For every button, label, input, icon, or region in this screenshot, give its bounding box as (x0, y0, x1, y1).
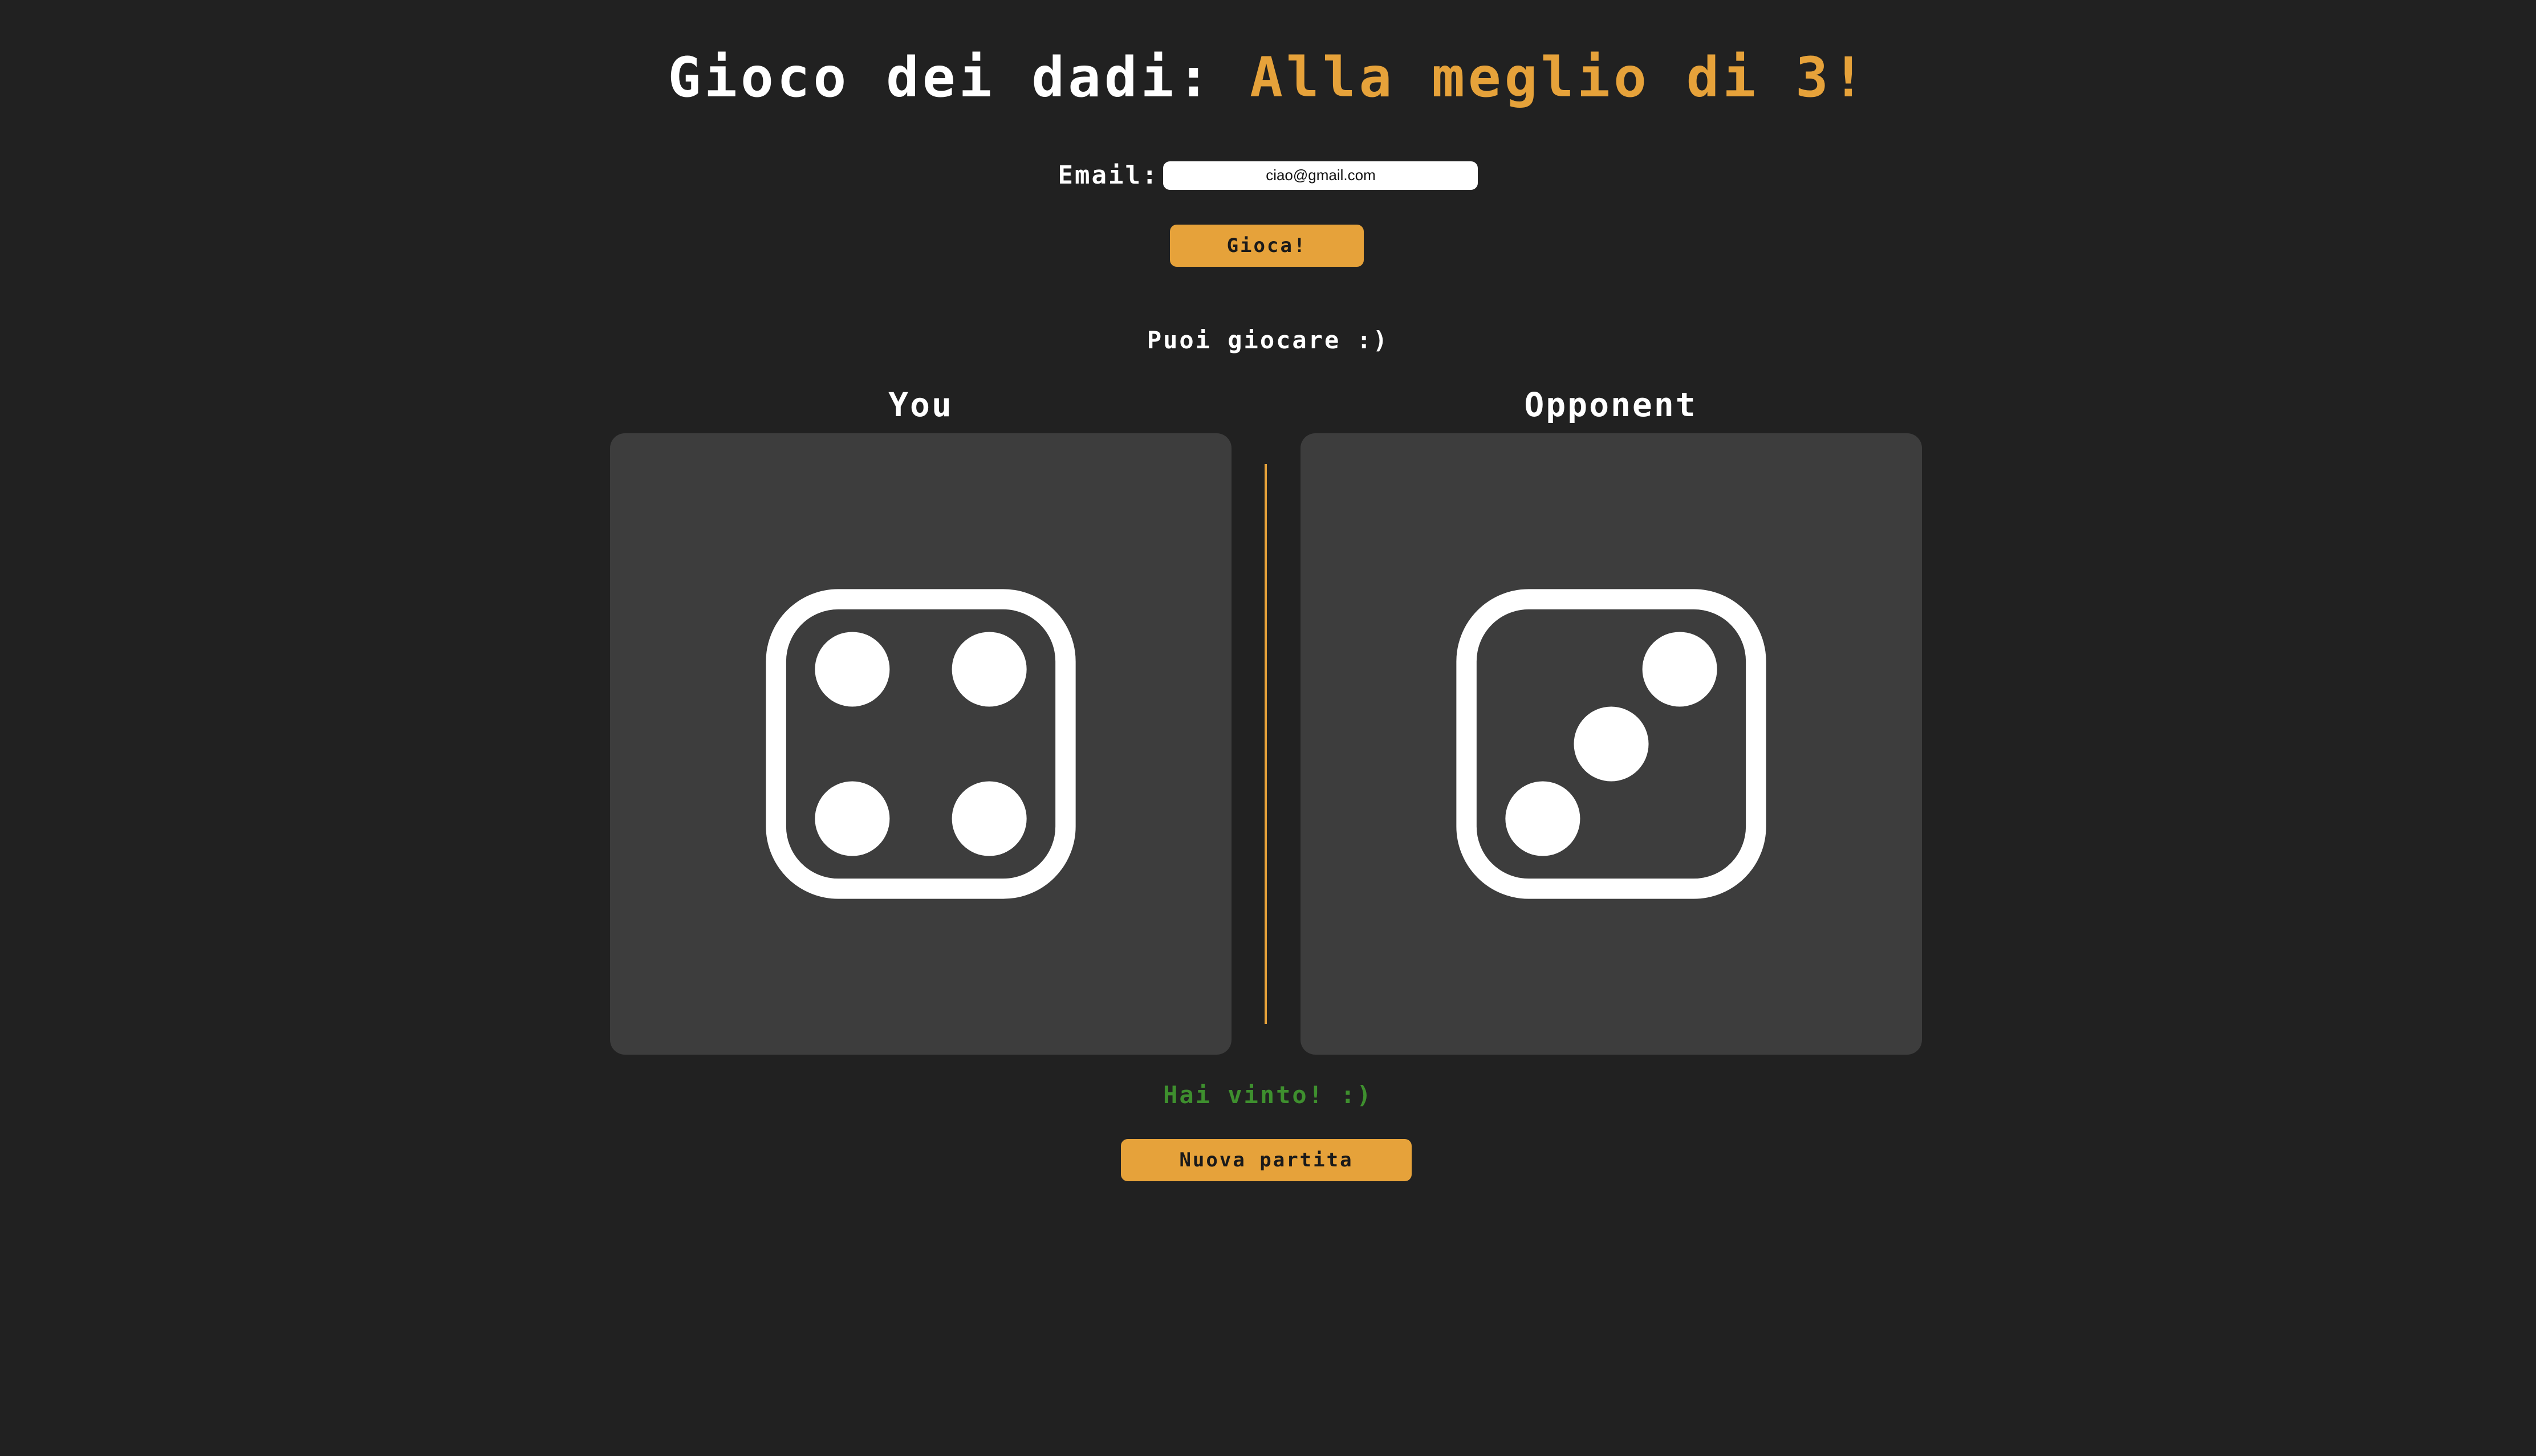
die-pip (952, 781, 1027, 856)
page-title: Gioco dei dadi: Alla meglio di 3! (0, 46, 2536, 109)
email-field[interactable] (1163, 161, 1478, 190)
die-pip (1505, 781, 1580, 856)
opponent-die-panel (1300, 433, 1922, 1055)
email-form: Email: (0, 161, 2536, 190)
die-pip (815, 632, 890, 707)
die-pip (1574, 706, 1649, 782)
panel-divider (1265, 464, 1267, 1024)
status-message: Puoi giocare :) (1147, 326, 1389, 354)
player-die-panel (610, 433, 1232, 1055)
dice-four-icon (766, 589, 1076, 899)
email-label: Email: (1058, 161, 1159, 190)
new-game-button[interactable]: Nuova partita (1121, 1139, 1412, 1181)
play-button[interactable]: Gioca! (1170, 225, 1364, 267)
die-pip (815, 781, 890, 856)
die-pip (952, 632, 1027, 707)
result-message: Hai vinto! :) (1163, 1081, 1373, 1109)
title-accent: Alla meglio di 3! (1250, 46, 1868, 109)
title-prefix: Gioco dei dadi: (668, 46, 1214, 109)
player-label-opponent: Opponent (1524, 385, 1697, 424)
player-label-you: You (888, 385, 953, 424)
die-pip (1642, 632, 1717, 707)
dice-three-icon (1456, 589, 1766, 899)
dice-game-page: Gioco dei dadi: Alla meglio di 3! Email:… (0, 0, 2536, 1456)
